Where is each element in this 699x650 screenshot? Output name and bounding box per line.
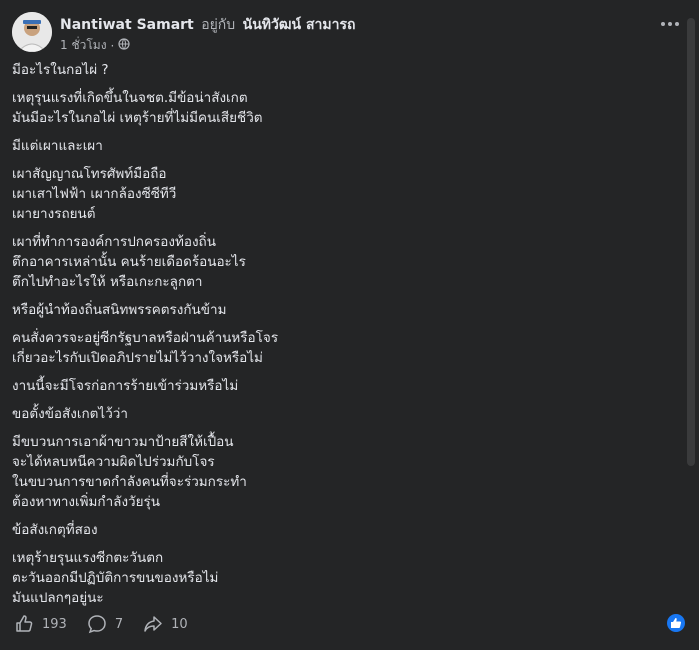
post-text-line: มีแต่เผาและเผา [12,138,103,154]
post-text-line: เกี่ยวอะไรกับเปิดอภิปรายไม่ไว้วางใจหรือไ… [12,350,263,366]
post-paragraph: มีแต่เผาและเผา [12,136,652,156]
post-text-line: ในขบวนการขาดกำลังคนที่จะร่วมกระทำ [12,474,247,490]
post-text-line: ตะวันออกมีปฏิบัติการขนของหรือไม่ [12,570,219,586]
post-text-line: งานนี้จะมีโจรก่อการร้ายเข้าร่วมหรือไม่ [12,378,239,394]
dot-icon [661,22,665,26]
post-text-line: ตึกไปทำอะไรให้ หรือเกะกะลูกตา [12,274,203,290]
author-name[interactable]: Nantiwat Samart [60,17,194,33]
thumbs-up-icon [14,614,34,634]
share-count: 10 [171,616,188,632]
post-text-line: จะได้หลบหนีความผิดไปร่วมกับโจร [12,454,215,470]
globe-icon [118,38,130,53]
reaction-like-icon[interactable] [667,614,685,632]
dot-icon [675,22,679,26]
post-text-line: เหตุร้ายรุนแรงซีกตะวันตก [12,550,164,566]
post-paragraph: เผาสัญญาณโทรศัพท์มือถือเผาเสาไฟฟ้า เผากล… [12,164,652,224]
post-paragraph: เหตุร้ายรุนแรงซีกตะวันตกตะวันออกมีปฏิบัต… [12,548,652,608]
share-button[interactable]: 10 [143,614,188,634]
action-bar: 193 7 10 [14,610,689,638]
post-text-line: เผาที่ทำการองค์การปกครองท้องถิ่น [12,234,216,250]
tagged-name[interactable]: นันทิวัฒน์ สามารถ [243,17,356,33]
post-paragraph: งานนี้จะมีโจรก่อการร้ายเข้าร่วมหรือไม่ [12,376,652,396]
post-paragraph: ข้อสังเกตุที่สอง [12,520,652,540]
comment-icon [87,614,107,634]
meta-separator: · [110,38,115,53]
post-text-line: คนสั่งควรจะอยู่ซีกรัฐบาลหรือฝ่านค้านหรือ… [12,330,279,346]
post-text-line: มันมีอะไรในกอไผ่ เหตุร้ายที่ไม่มีคนเสียช… [12,110,263,126]
post-paragraph: เหตุรุนแรงที่เกิดขึ้นในจชต.มีข้อน่าสังเก… [12,88,652,128]
post-paragraph: มีขบวนการเอาผ้าขาวมาป้ายสีให้เปื้อนจะได้… [12,432,652,512]
post-time[interactable]: 1 ชั่วโมง [60,36,107,55]
post-text-line: มันแปลกๆอยู่นะ [12,590,104,606]
post-text-line: เหตุรุนแรงที่เกิดขึ้นในจชต.มีข้อน่าสังเก… [12,90,248,106]
post-text-line: ขอตั้งข้อสังเกตไว้ว่า [12,406,128,422]
scrollbar[interactable] [687,18,695,466]
with-text: อยู่กับ [201,17,236,33]
like-button[interactable]: 193 [14,614,67,634]
share-icon [143,614,163,634]
post-paragraph: ขอตั้งข้อสังเกตไว้ว่า [12,404,652,424]
post-text-line: ข้อสังเกตุที่สอง [12,522,98,538]
post-text-line: เผายางรถยนต์ [12,206,96,222]
post-paragraph: หรือผู้นำท้องถิ่นสนิทพรรคตรงกันข้าม [12,300,652,320]
post-paragraph: มีอะไรในกอไผ่ ? [12,60,652,80]
post-header: Nantiwat Samart อยู่กับ นันทิวัฒน์ สามาร… [60,14,355,36]
post-text-line: ตึกอาคารเหล่านั้น คนร้ายเดือดร้อนอะไร [12,254,246,270]
post-text-line: มีขบวนการเอาผ้าขาวมาป้ายสีให้เปื้อน [12,434,234,450]
more-options-button[interactable] [661,22,679,26]
post-card: Nantiwat Samart อยู่กับ นันทิวัฒน์ สามาร… [0,0,699,650]
avatar[interactable] [12,12,52,52]
post-text-line: มีอะไรในกอไผ่ ? [12,62,109,78]
post-content: มีอะไรในกอไผ่ ? เหตุรุนแรงที่เกิดขึ้นในจช… [12,60,652,616]
comment-count: 7 [114,616,124,632]
comment-button[interactable]: 7 [87,614,123,634]
post-text-line: เผาเสาไฟฟ้า เผากล้องซีซีทีวี [12,186,177,202]
post-text-line: เผาสัญญาณโทรศัพท์มือถือ [12,166,167,182]
post-paragraph: เผาที่ทำการองค์การปกครองท้องถิ่นตึกอาคาร… [12,232,652,292]
post-text-line: หรือผู้นำท้องถิ่นสนิทพรรคตรงกันข้าม [12,302,227,318]
post-text-line: ต้องหาทางเพิ่มกำลังวัยรุ่น [12,494,161,510]
like-count: 193 [42,616,67,632]
post-paragraph: คนสั่งควรจะอยู่ซีกรัฐบาลหรือฝ่านค้านหรือ… [12,328,652,368]
dot-icon [668,22,672,26]
post-meta: 1 ชั่วโมง · [60,36,130,55]
